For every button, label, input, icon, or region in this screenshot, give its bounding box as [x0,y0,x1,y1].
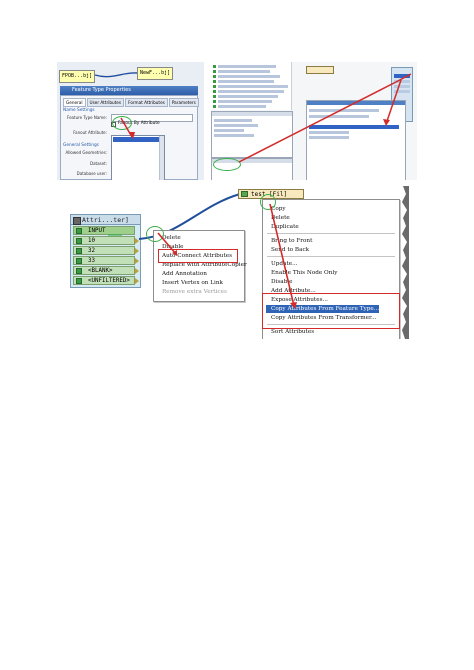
feature-type-properties-screenshot: FPOB...bj] NewF...bj] Feature Type Prope… [57,62,204,180]
annotation-arrows [157,203,297,309]
workbench-canvas-screenshot: Attri...ter] INPUT 10 32 33 <BLANK> <UNF… [64,186,409,339]
annotation-arrows [238,73,412,163]
torn-edge-decoration [402,186,409,339]
workspace-screenshot [211,62,417,180]
annotation-arrows [120,117,135,139]
